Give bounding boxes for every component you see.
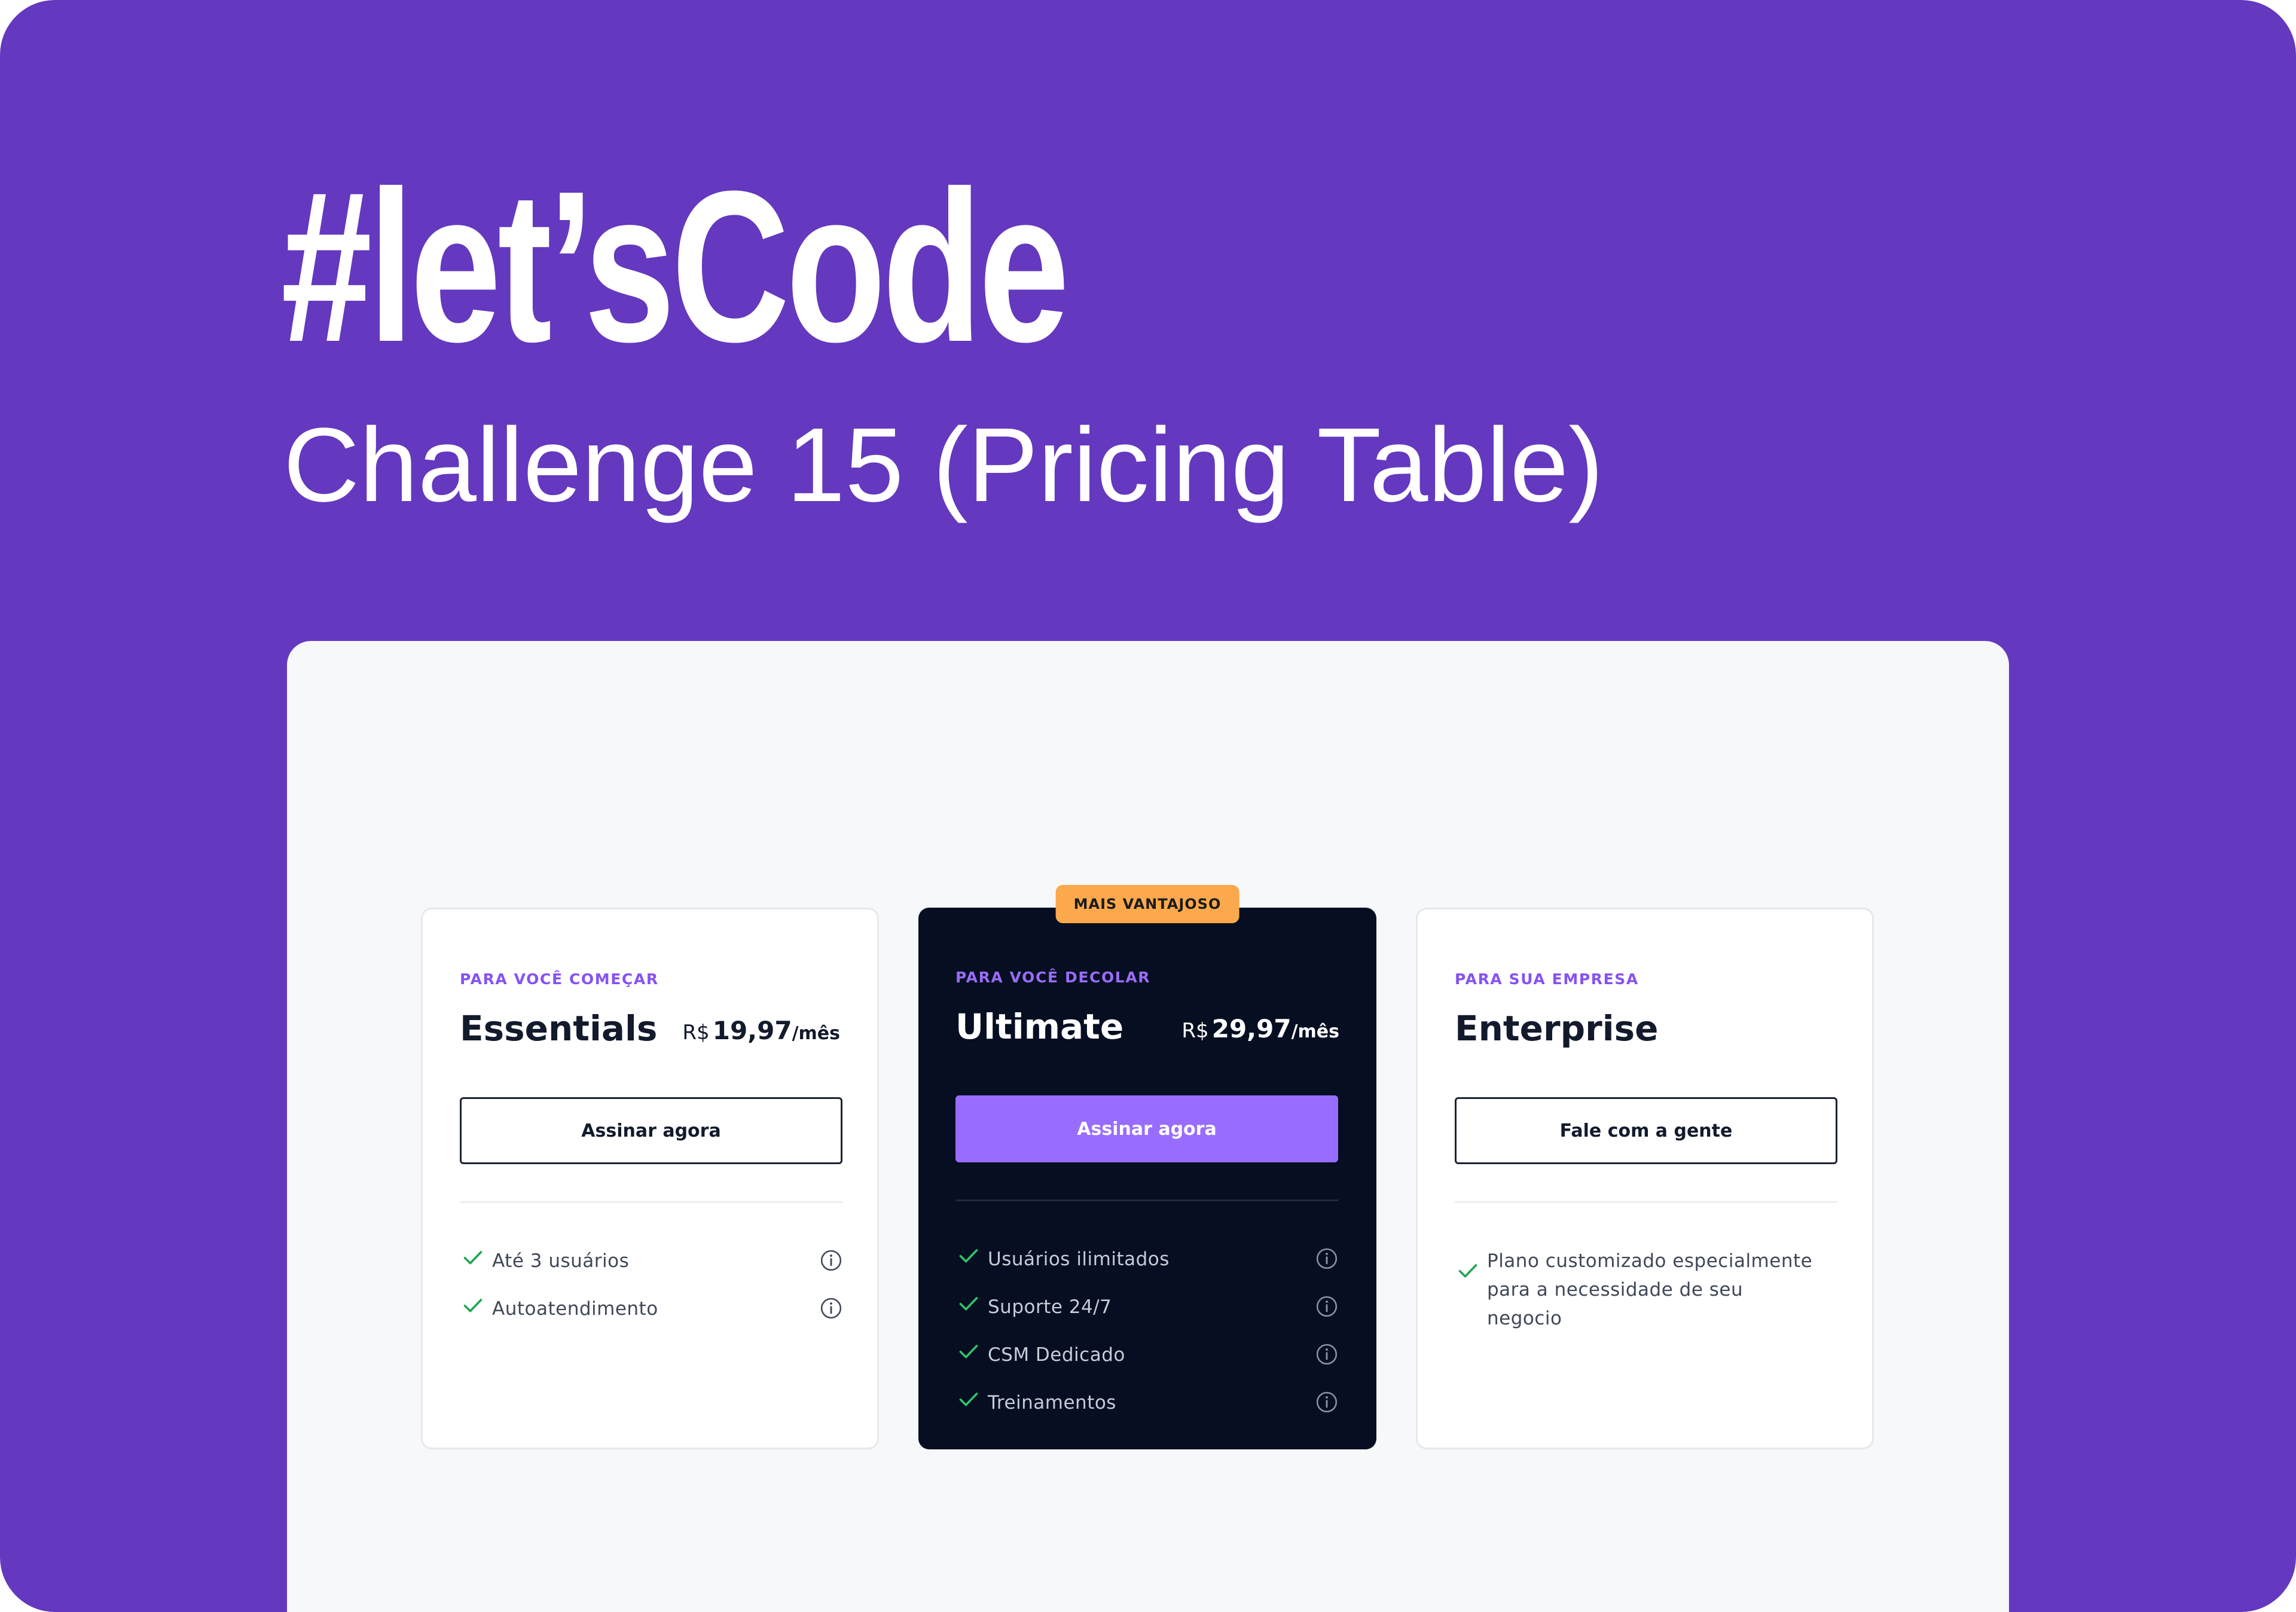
feature-text: Até 3 usuários [492,1250,630,1272]
feature-list: Usuários ilimitados Suporte 24/7 CSM Ded… [955,1245,1338,1436]
feature-item: Plano customizado especialmente para a n… [1455,1247,1837,1329]
feature-item: Suporte 24/7 [955,1293,1338,1341]
feature-item: CSM Dedicado [955,1341,1338,1388]
divider [955,1199,1338,1201]
check-icon [463,1299,483,1312]
feature-text: Treinamentos [988,1392,1116,1413]
feature-item: Autoatendimento [460,1295,842,1342]
feature-list: Plano customizado especialmente para a n… [1455,1247,1837,1329]
plan-card-ultimate: MAIS VANTAJOSO PARA VOCÊ DECOLAR Ultimat… [918,885,1376,1449]
pricing-panel: PARA VOCÊ COMEÇAR Essentials R$ 19,97/mê… [287,641,2009,1612]
check-icon [959,1249,978,1263]
feature-text: Usuários ilimitados [988,1248,1170,1270]
plan-eyebrow: PARA VOCÊ COMEÇAR [460,970,659,988]
hero-banner: #let’sCode Challenge 15 (Pricing Table) … [0,0,2296,1612]
plan-eyebrow: PARA VOCÊ DECOLAR [955,969,1151,986]
feature-text: CSM Dedicado [988,1344,1125,1366]
plan-eyebrow: PARA SUA EMPRESA [1455,970,1639,988]
plan-card-essentials: PARA VOCÊ COMEÇAR Essentials R$ 19,97/mê… [421,908,879,1449]
hero-title: #let’sCode [281,146,1070,387]
price-amount: 29,97 [1211,1014,1292,1043]
price-currency: R$ [682,1021,710,1045]
check-icon [959,1345,978,1358]
subscribe-button[interactable]: Assinar agora [460,1097,842,1164]
info-icon[interactable] [1315,1391,1338,1413]
subscribe-button[interactable]: Assinar agora [955,1095,1338,1162]
price-period: /mês [1291,1021,1339,1042]
info-icon[interactable] [1315,1247,1338,1270]
feature-text: Suporte 24/7 [988,1296,1112,1318]
check-icon [463,1251,483,1265]
price-period: /mês [792,1023,840,1044]
price-amount: 19,97 [712,1016,792,1045]
plan-name: Essentials [460,1008,658,1049]
feature-text: Autoatendimento [492,1298,658,1320]
info-icon[interactable] [1315,1295,1338,1318]
info-icon[interactable] [1315,1343,1338,1366]
check-icon [959,1393,978,1406]
feature-list: Até 3 usuários Autoatendimento [460,1247,842,1342]
feature-item: Usuários ilimitados [955,1245,1338,1293]
feature-text: Plano customizado especialmente para a n… [1487,1250,1813,1329]
divider [1455,1201,1837,1203]
plan-price: R$ 19,97/mês [682,1016,840,1046]
price-currency: R$ [1181,1019,1209,1043]
info-icon[interactable] [820,1297,842,1320]
best-value-badge: MAIS VANTAJOSO [1055,885,1239,923]
divider [460,1201,842,1203]
plan-card-enterprise: PARA SUA EMPRESA Enterprise Fale com a g… [1416,908,1874,1449]
check-icon [959,1297,978,1311]
plan-price: R$ 29,97/mês [1181,1014,1339,1044]
plan-name: Enterprise [1455,1008,1659,1049]
info-icon[interactable] [820,1249,842,1272]
check-icon [1458,1264,1477,1278]
contact-us-button[interactable]: Fale com a gente [1455,1097,1837,1164]
feature-item: Treinamentos [955,1388,1338,1436]
feature-item: Até 3 usuários [460,1247,842,1295]
plan-name: Ultimate [955,1006,1124,1047]
hero-subtitle: Challenge 15 (Pricing Table) [283,407,1604,524]
